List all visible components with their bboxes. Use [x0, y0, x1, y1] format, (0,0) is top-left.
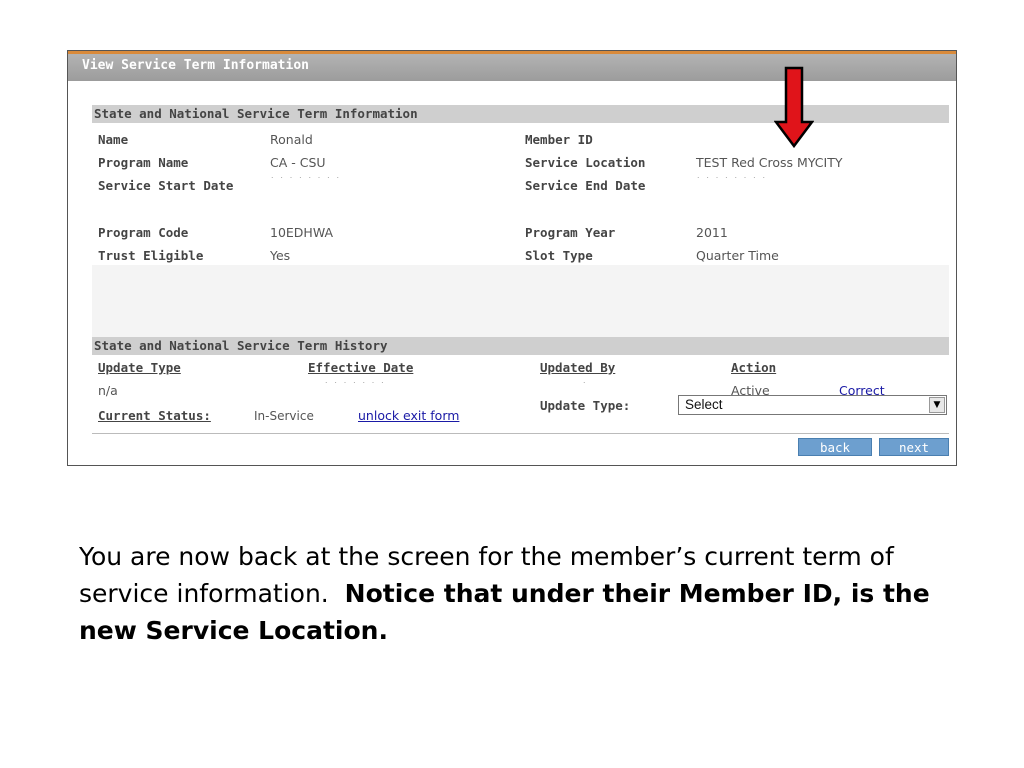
window-title: View Service Term Information: [68, 51, 956, 81]
col-action[interactable]: Action: [731, 359, 776, 377]
slot-type-value: Quarter Time: [696, 248, 779, 263]
history-effective-date-redacted: ˙ ˙ ˙ ˙ ˙ ˙ ˙: [324, 382, 386, 392]
update-type-label: Update Type:: [540, 398, 631, 413]
history-divider: [92, 433, 949, 434]
chevron-down-icon[interactable]: ▼: [929, 397, 945, 413]
red-arrow-icon: [774, 66, 814, 148]
back-button[interactable]: back: [798, 438, 872, 456]
program-year-label: Program Year: [525, 225, 616, 240]
history-updated-by-redacted: ˙: [582, 382, 588, 392]
col-updated-by[interactable]: Updated By: [540, 359, 615, 377]
name-value: Ronald: [270, 132, 313, 147]
col-update-type[interactable]: Update Type: [98, 359, 181, 377]
program-code-value: 10EDHWA: [270, 225, 334, 240]
slide-caption: You are now back at the screen for the m…: [79, 538, 979, 649]
info-section-heading: State and National Service Term Informat…: [92, 105, 949, 123]
service-end-date-label: Service End Date: [525, 178, 646, 193]
update-type-select[interactable]: Select ▼: [678, 395, 947, 415]
program-year-value: 2011: [696, 225, 728, 240]
member-id-label: Member ID: [525, 132, 593, 147]
name-label: Name: [98, 132, 129, 147]
service-location-label: Service Location: [525, 155, 646, 170]
unlock-exit-form-link[interactable]: unlock exit form: [358, 407, 459, 425]
trust-eligible-value: Yes: [270, 248, 291, 263]
info-section-body: Name Ronald Member ID Program Name CA - …: [92, 123, 949, 265]
update-type-selected: Select: [685, 397, 723, 412]
trust-eligible-label: Trust Eligible: [98, 248, 204, 263]
program-name-label: Program Name: [98, 155, 189, 170]
history-section-heading: State and National Service Term History: [92, 337, 949, 355]
service-end-date-redacted: ˙ ˙ ˙ ˙ ˙ ˙ ˙ ˙: [696, 177, 768, 187]
service-location-value: TEST Red Cross MYCITY: [696, 155, 843, 170]
col-effective-date[interactable]: Effective Date: [308, 359, 413, 377]
program-name-value: CA - CSU: [270, 155, 326, 170]
program-code-label: Program Code: [98, 225, 189, 240]
slot-type-label: Slot Type: [525, 248, 593, 263]
service-start-date-redacted: ˙ ˙ ˙ ˙ ˙ ˙ ˙ ˙: [270, 177, 342, 187]
current-status-value: In-Service: [254, 409, 314, 423]
service-start-date-label: Service Start Date: [98, 178, 234, 193]
current-status-label: Current Status:: [98, 408, 211, 423]
next-button[interactable]: next: [879, 438, 949, 456]
history-update-type: n/a: [98, 383, 118, 398]
service-term-window: View Service Term Information State and …: [67, 50, 957, 466]
